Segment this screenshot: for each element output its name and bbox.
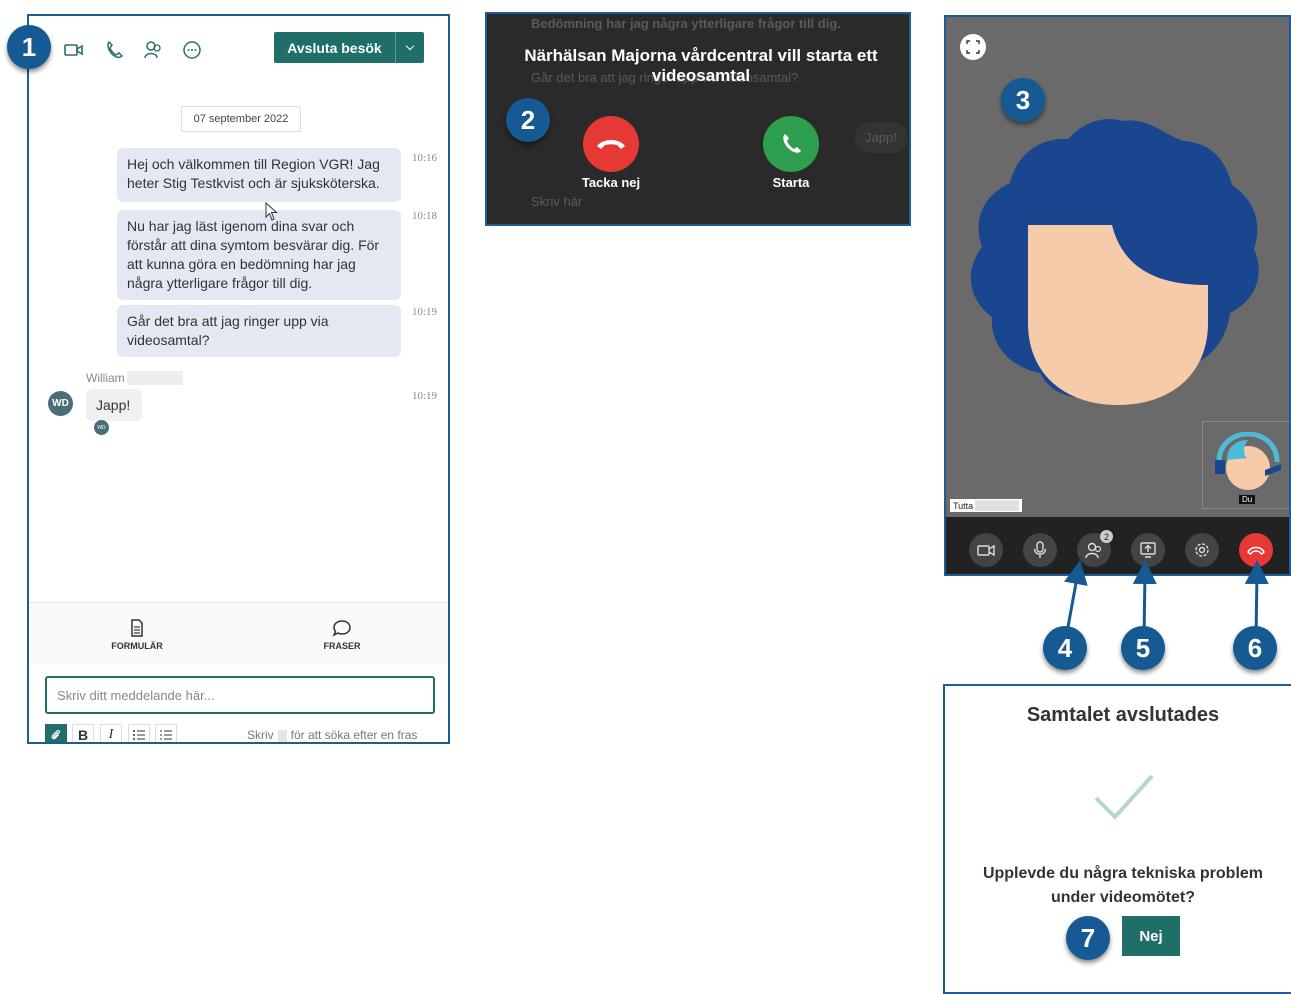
step-badge: 7: [1066, 916, 1110, 960]
decline-label: Tacka nej: [581, 175, 641, 190]
bullet-list-icon[interactable]: [128, 724, 150, 742]
step-badge: 1: [7, 25, 51, 69]
sender-name: William: [86, 371, 125, 385]
step-badge: 4: [1043, 626, 1087, 670]
reply-message: Japp!: [86, 389, 142, 421]
background-text: Japp!: [855, 122, 907, 153]
remote-name: Tutta: [953, 500, 974, 511]
screen-share-icon: [1140, 542, 1156, 558]
end-visit-label: Avsluta besök: [287, 39, 382, 56]
numbered-list-icon[interactable]: [155, 724, 177, 742]
chat-bubble-icon[interactable]: [181, 39, 203, 61]
camera-toggle-button[interactable]: [969, 533, 1003, 567]
no-button[interactable]: Nej: [1122, 916, 1180, 956]
gear-icon: [1195, 543, 1209, 557]
message-time: 10:16: [412, 152, 438, 164]
message-time: 10:18: [412, 210, 438, 222]
participants-icon: [1085, 542, 1102, 559]
background-text: Bedömning har jag några ytterligare fråg…: [531, 16, 841, 31]
bottom-tabs: FORMULÄR FRASER: [29, 602, 448, 665]
self-name-tag: Du: [1239, 495, 1256, 504]
chat-panel: Avsluta besök ⌵ 07 september 2022 Hej oc…: [27, 14, 450, 744]
tab-phrases[interactable]: FRASER: [292, 619, 392, 651]
end-visit-button[interactable]: Avsluta besök ⌵: [274, 32, 424, 63]
italic-button[interactable]: I: [100, 724, 122, 742]
incoming-call-title: Närhälsan Majorna vårdcentral vill start…: [524, 46, 878, 85]
hint-key: [277, 729, 287, 742]
checkmark-icon: [1094, 774, 1154, 820]
video-camera-icon: [977, 544, 995, 557]
participants-count-badge: 2: [1100, 530, 1113, 543]
avatar: WD: [48, 391, 73, 416]
step-badge: 2: [506, 98, 550, 142]
background-text: Skriv här: [531, 194, 583, 209]
hint-after: för att söka efter en fras: [290, 728, 418, 742]
chat-message: Nu har jag läst igenom dina svar och för…: [117, 210, 401, 300]
hint-before: Skriv: [247, 728, 274, 742]
tab-phrases-label: FRASER: [323, 641, 361, 651]
step-badge: 6: [1233, 626, 1277, 670]
phone-icon[interactable]: [103, 39, 125, 61]
microphone-icon: [1033, 541, 1047, 558]
call-ended-title: Samtalet avslutades: [1026, 704, 1220, 726]
bold-button[interactable]: B: [72, 724, 94, 742]
remote-name-tag: Tutta: [950, 499, 1023, 512]
chat-message: Går det bra att jag ringer upp via video…: [117, 305, 401, 357]
call-ended-panel: Samtalet avslutades Upplevde du några te…: [943, 684, 1291, 994]
video-camera-icon[interactable]: [63, 39, 85, 61]
message-input-placeholder: Skriv ditt meddelande här...: [57, 687, 215, 703]
accept-call-button[interactable]: [763, 116, 819, 172]
attach-icon[interactable]: [45, 724, 67, 742]
message-time: 10:19: [412, 306, 438, 318]
speech-bubble-icon: [332, 620, 351, 637]
document-icon: [131, 619, 143, 637]
tab-form-label: FORMULÄR: [111, 641, 163, 651]
participants-icon[interactable]: [142, 39, 164, 61]
message-input[interactable]: Skriv ditt meddelande här...: [45, 676, 435, 714]
step-badge: 3: [1001, 78, 1045, 122]
video-call-panel: Tutta Du 2: [944, 15, 1291, 576]
phrase-search-hint: Skriv för att söka efter en fras: [247, 728, 417, 742]
chevron-down-icon[interactable]: ⌵: [395, 32, 424, 63]
phone-icon: [783, 134, 801, 153]
message-time: 10:19: [412, 390, 438, 402]
step-badge: 5: [1121, 626, 1165, 670]
technical-problems-question: Upplevde du några tekniska problem under…: [982, 865, 1264, 906]
fullscreen-icon[interactable]: [960, 34, 986, 60]
redacted-surname: [975, 500, 1020, 511]
read-receipt-avatar: WD: [94, 420, 109, 435]
hang-up-icon: [597, 140, 625, 149]
decline-call-button[interactable]: [583, 116, 639, 172]
self-avatar: [1215, 432, 1281, 490]
remote-participant-avatar: [970, 119, 1259, 405]
redacted-surname: [127, 371, 183, 385]
accept-label: Starta: [772, 175, 810, 190]
mouse-cursor-icon: [265, 202, 278, 221]
tab-form[interactable]: FORMULÄR: [87, 619, 187, 651]
self-view: Du: [1202, 421, 1289, 509]
date-separator: 07 september 2022: [181, 106, 301, 132]
hang-up-icon: [1247, 546, 1265, 555]
chat-message: Hej och välkommen till Region VGR! Jag h…: [117, 148, 401, 202]
